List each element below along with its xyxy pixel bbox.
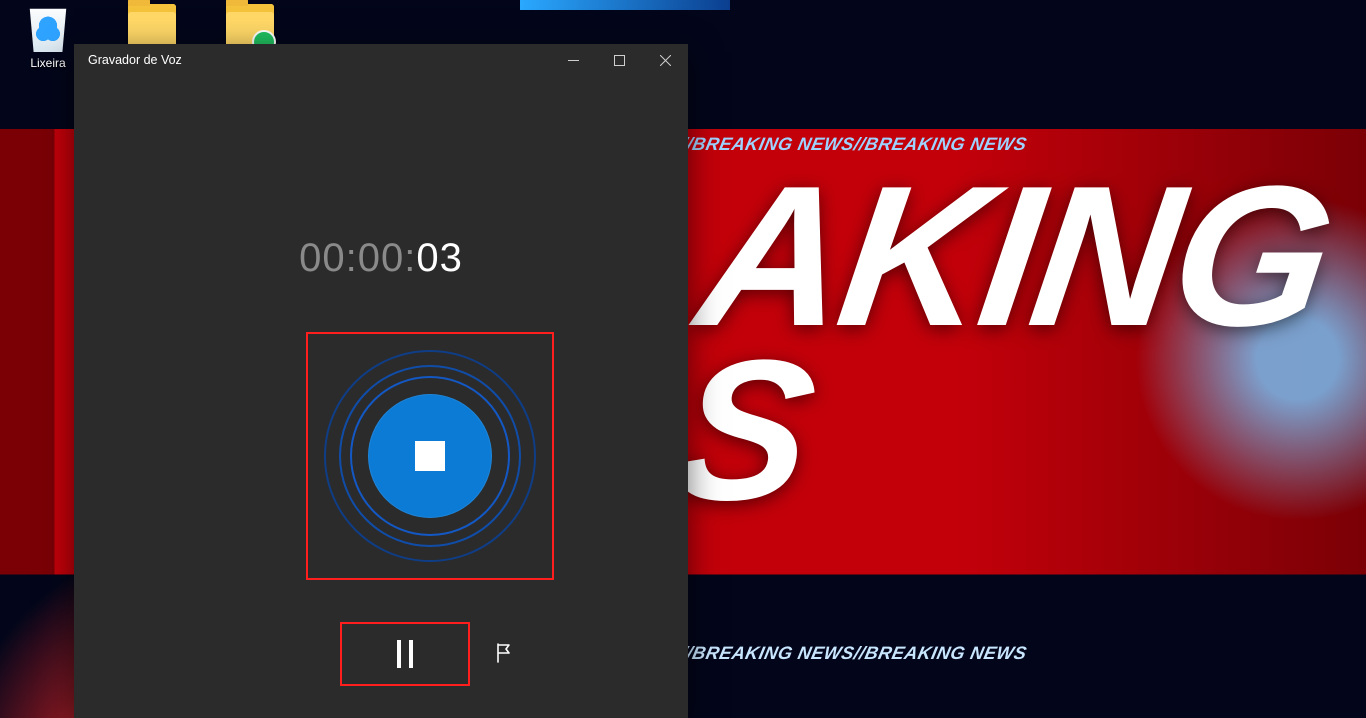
close-icon <box>660 55 671 66</box>
maximize-icon <box>614 55 625 66</box>
add-marker-button[interactable] <box>488 636 522 670</box>
window-title: Gravador de Voz <box>74 53 550 67</box>
stop-highlight-box <box>306 332 554 580</box>
minimize-button[interactable] <box>550 44 596 76</box>
pause-icon <box>397 640 413 668</box>
recycle-bin-icon <box>24 4 72 52</box>
window-titlebar[interactable]: Gravador de Voz <box>74 44 688 76</box>
wallpaper-accent <box>520 0 730 10</box>
minimize-icon <box>568 55 579 66</box>
stop-recording-button[interactable] <box>368 394 492 518</box>
voice-recorder-window: Gravador de Voz 00:00:03 <box>74 44 688 718</box>
wallpaper-headline: AKING S <box>666 175 1338 513</box>
maximize-button[interactable] <box>596 44 642 76</box>
timer-hours-minutes: 00:00: <box>299 236 416 280</box>
flag-icon <box>494 642 516 664</box>
recording-timer: 00:00:03 <box>74 236 688 281</box>
stop-icon <box>415 441 445 471</box>
close-button[interactable] <box>642 44 688 76</box>
timer-seconds: 03 <box>416 236 463 280</box>
window-content: 00:00:03 <box>74 76 688 718</box>
pause-highlight-box[interactable] <box>340 622 470 686</box>
